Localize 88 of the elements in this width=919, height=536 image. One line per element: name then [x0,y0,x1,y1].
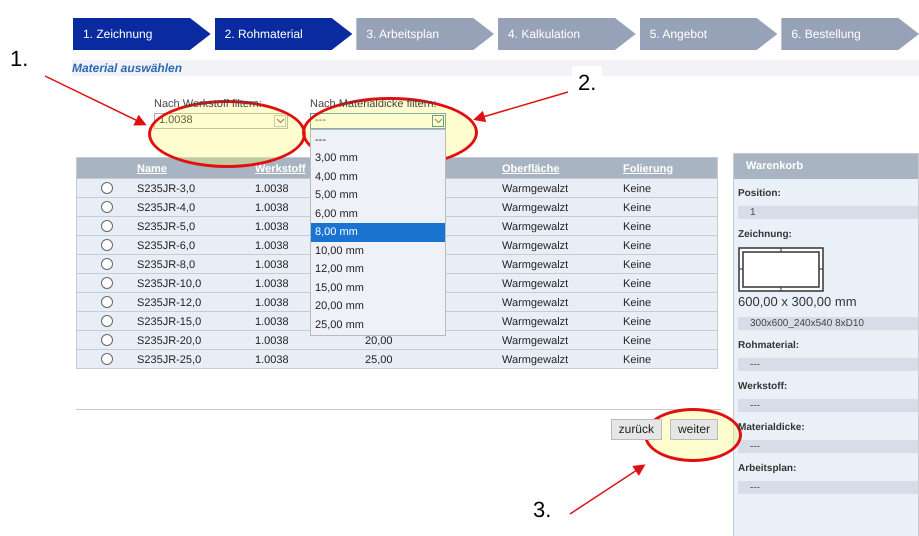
table-cell: 1.0038 [255,278,289,290]
cart-field-value: --- [738,398,918,412]
table-cell: 1.0038 [255,296,289,308]
dropdown-option[interactable]: 6,00 mm [311,204,445,223]
table-cell: 1.0038 [255,240,289,252]
table-cell: S235JR-4,0 [137,202,196,214]
annotation-number: 1. [10,45,28,73]
cart-field-label: Arbeitsplan: [738,462,798,476]
radio-button[interactable] [101,258,113,270]
wizard-step[interactable]: 2. Rohmaterial [214,18,352,50]
cart-title: Warenkorb [746,159,804,174]
table-cell: 1.0038 [255,258,289,270]
table-cell: 1.0038 [255,182,289,194]
dropdown-option[interactable]: --- [311,130,445,149]
cart-field-label: Position: [738,187,782,201]
nav-button[interactable]: zurück [610,418,662,440]
table-cell: S235JR-12,0 [137,296,202,308]
table-cell: Warmgewalzt [502,296,568,308]
chevron-down-icon [434,118,442,124]
table-cell: Warmgewalzt [502,202,568,214]
cart-field-value: 1 [738,206,918,219]
table-cell: 25,00 [365,354,393,366]
table-cell: 1.0038 [255,334,289,346]
dropdown-option[interactable]: 10,00 mm [311,242,445,260]
table-cell: Warmgewalzt [502,316,568,328]
table-cell: Warmgewalzt [502,240,568,252]
dropdown-field[interactable]: 1.0038 [154,112,288,128]
dropdown-option[interactable]: 25,00 mm [311,316,445,334]
cart-field-label: Zeichnung: [738,228,793,242]
table-cell: S235JR-5,0 [137,220,196,232]
table-cell: Warmgewalzt [502,182,568,194]
annotation-number: 3. [533,496,552,524]
table-cell: Keine [623,296,652,308]
radio-button[interactable] [101,182,113,194]
table-cell: 1.0038 [255,316,289,328]
dropdown-option[interactable]: 20,00 mm [311,297,445,316]
dropdown-option[interactable]: 15,00 mm [311,278,445,297]
dropdown-option[interactable]: 12,00 mm [311,260,445,278]
table-cell: Warmgewalzt [502,278,568,290]
radio-button[interactable] [101,296,113,308]
dropdown-field[interactable]: --- [310,112,446,128]
table-cell: 1.0038 [255,354,289,366]
part-drawing-icon [738,247,824,292]
drawing-dimensions: 600,00 x 300,00 mm [738,293,858,311]
table-cell: Warmgewalzt [502,220,568,232]
table-cell: Keine [623,182,652,194]
section-title: Material auswählen [72,60,182,77]
radio-button[interactable] [101,200,113,212]
table-cell: Keine [623,258,652,270]
radio-button[interactable] [101,238,113,250]
table-cell: Warmgewalzt [502,354,568,366]
table-cell: Keine [623,240,652,252]
radio-button[interactable] [101,352,113,364]
radio-button[interactable] [101,314,113,326]
table-cell: Keine [623,316,652,328]
table-cell: S235JR-25,0 [137,354,202,366]
cart-field-value: --- [738,480,918,494]
table-cell: S235JR-15,0 [137,316,202,328]
cart-field-value: 300x600_240x540 8xD10 [738,316,918,330]
nav-button[interactable]: weiter [670,418,718,440]
chevron-down-icon [276,118,284,124]
table-cell: S235JR-8,0 [137,258,196,270]
table-cell: Keine [623,354,652,366]
wizard-step[interactable]: 1. Zeichnung [73,18,211,50]
table-cell: Warmgewalzt [502,258,568,270]
radio-button[interactable] [101,220,113,232]
table-cell: 20,00 [365,334,393,346]
table-cell: Keine [623,220,652,232]
table-cell: S235JR-6,0 [137,240,196,252]
table-cell: S235JR-20,0 [137,334,202,346]
radio-button[interactable] [101,334,113,346]
dropdown-option[interactable]: 4,00 mm [311,168,445,186]
radio-button[interactable] [101,276,113,288]
cart-field-label: Werkstoff: [738,380,788,394]
table-cell: Keine [623,202,652,214]
cart-field-value: --- [738,440,918,452]
table-cell: S235JR-10,0 [137,278,202,290]
table-cell: S235JR-3,0 [137,182,196,194]
table-cell: 1.0038 [255,220,289,232]
table-cell: 1.0038 [255,202,289,214]
cart-field-value: --- [738,358,918,370]
table-cell: Warmgewalzt [502,334,568,346]
dropdown-option[interactable]: 8,00 mm [311,223,445,242]
table-cell: Keine [623,334,652,346]
dropdown-option[interactable]: 5,00 mm [311,186,445,204]
cart-field-label: Rohmaterial: [738,338,800,352]
table-cell: Keine [623,278,652,290]
dropdown-option[interactable]: 3,00 mm [311,149,445,168]
